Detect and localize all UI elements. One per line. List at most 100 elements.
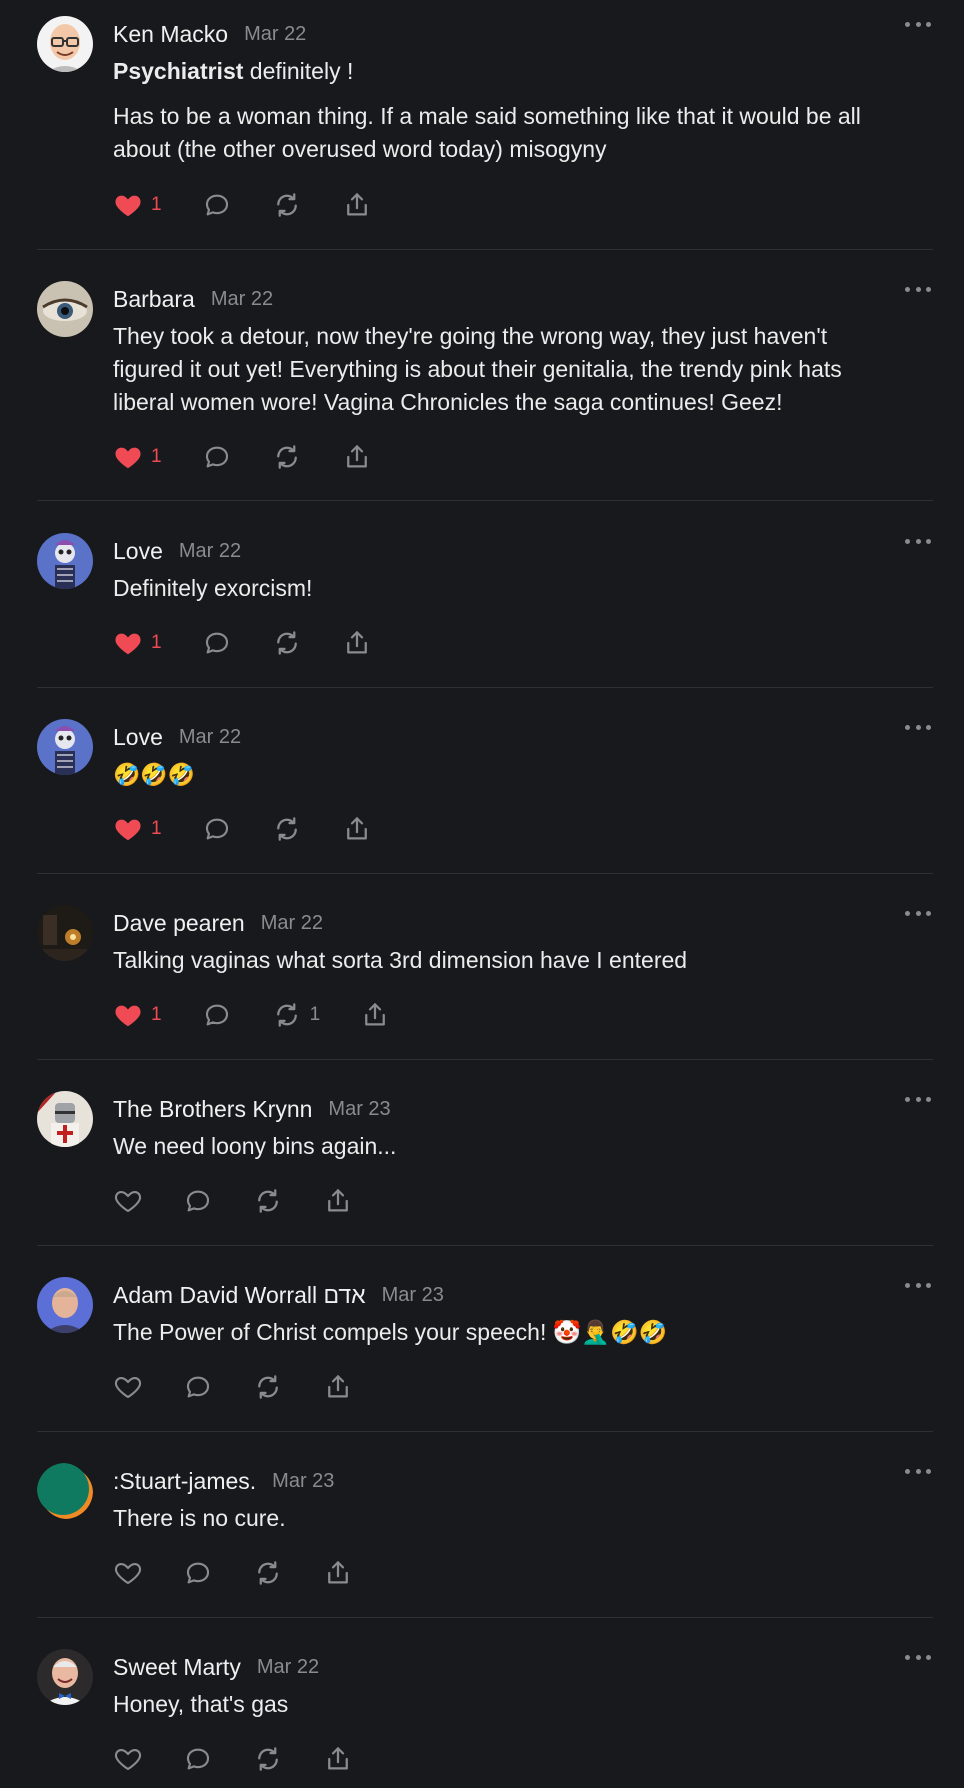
- reply-button[interactable]: [183, 1744, 213, 1774]
- share-button[interactable]: [323, 1372, 353, 1402]
- reply-button[interactable]: [202, 814, 232, 844]
- like-button[interactable]: 1: [113, 190, 162, 220]
- reply-text: Talking vaginas what sorta 3rd dimension…: [113, 947, 688, 973]
- avatar[interactable]: [37, 719, 93, 775]
- reply-button[interactable]: [183, 1558, 213, 1588]
- more-options-icon[interactable]: [905, 1094, 931, 1104]
- like-button[interactable]: 1: [113, 628, 162, 658]
- author-name[interactable]: :Stuart-james.: [113, 1468, 256, 1495]
- post-date: Mar 22: [178, 725, 242, 748]
- avatar[interactable]: [37, 905, 93, 961]
- more-options-icon[interactable]: [905, 1652, 931, 1662]
- share-icon: [328, 1747, 348, 1770]
- comment-icon: [205, 632, 228, 654]
- avatar[interactable]: [37, 533, 93, 589]
- reply-text: There is no cure.: [113, 1505, 286, 1531]
- reply-button[interactable]: [183, 1372, 213, 1402]
- author-name[interactable]: Sweet Marty: [113, 1654, 241, 1681]
- repost-button[interactable]: [253, 1744, 283, 1774]
- more-options-icon[interactable]: [905, 1280, 931, 1290]
- author-name[interactable]: Love: [113, 538, 163, 565]
- like-button[interactable]: 1: [113, 1000, 162, 1030]
- more-options-icon[interactable]: [905, 722, 931, 732]
- reply-text: They took a detour, now they're going th…: [113, 323, 842, 415]
- reply-text: Definitely exorcism!: [113, 575, 313, 601]
- author-name[interactable]: The Brothers Krynn: [113, 1096, 312, 1123]
- reply-text: Honey, that's gas: [113, 1691, 289, 1717]
- like-button[interactable]: [113, 1744, 143, 1774]
- more-options-icon[interactable]: [905, 536, 931, 546]
- repost-button[interactable]: [272, 628, 302, 658]
- avatar[interactable]: [37, 1091, 93, 1147]
- more-options-icon[interactable]: [905, 19, 931, 29]
- repost-button[interactable]: [272, 190, 302, 220]
- post-date: Mar 22: [244, 22, 307, 45]
- like-button[interactable]: [113, 1558, 143, 1588]
- dark-room-lamp-icon: [37, 905, 93, 961]
- share-button[interactable]: [342, 628, 372, 658]
- man-portrait-icon: [37, 1277, 93, 1333]
- avatar[interactable]: [37, 281, 93, 337]
- heart-filled-icon: [115, 195, 141, 217]
- reply-text: We need loony bins again...: [113, 1133, 397, 1159]
- share-icon: [328, 1375, 348, 1398]
- share-button[interactable]: [323, 1186, 353, 1216]
- repost-button[interactable]: [253, 1558, 283, 1588]
- reply-text: Has to be a woman thing. If a male said …: [113, 103, 861, 162]
- reply-feed: Ken Macko Mar 22 Psychiatrist definitely…: [0, 0, 964, 1788]
- like-button[interactable]: 1: [113, 442, 162, 472]
- heart-filled-icon: [115, 1005, 141, 1027]
- share-button[interactable]: [342, 814, 372, 844]
- avatar[interactable]: [37, 16, 93, 72]
- share-button[interactable]: [342, 442, 372, 472]
- share-icon: [328, 1189, 348, 1212]
- repost-button[interactable]: [272, 442, 302, 472]
- smiling-man-bowtie-icon: [37, 1649, 93, 1705]
- like-count: 1: [151, 446, 162, 467]
- more-options-icon[interactable]: [905, 908, 931, 918]
- avatar[interactable]: [37, 1463, 93, 1519]
- share-button[interactable]: [342, 190, 372, 220]
- share-button[interactable]: [360, 1000, 390, 1030]
- like-button[interactable]: [113, 1372, 143, 1402]
- reply-post: The Brothers Krynn Mar 23 We need loony …: [37, 1060, 933, 1246]
- more-options-icon[interactable]: [905, 284, 931, 294]
- more-options-icon[interactable]: [905, 1466, 931, 1476]
- reply-button[interactable]: [202, 190, 232, 220]
- author-name[interactable]: Dave pearen: [113, 910, 245, 937]
- repost-icon: [258, 1189, 278, 1213]
- reply-text: The Power of Christ compels your speech!…: [113, 1319, 668, 1345]
- share-button[interactable]: [323, 1744, 353, 1774]
- reply-button[interactable]: [183, 1186, 213, 1216]
- avatar[interactable]: [37, 1277, 93, 1333]
- comment-icon: [205, 194, 228, 216]
- reply-button[interactable]: [202, 1000, 232, 1030]
- heart-outline-icon: [114, 1748, 142, 1771]
- skeleton-figure-icon: [37, 533, 93, 589]
- repost-button[interactable]: [272, 814, 302, 844]
- reply-button[interactable]: [202, 442, 232, 472]
- avatar[interactable]: [37, 1649, 93, 1705]
- reply-post: Barbara Mar 22 They took a detour, now t…: [37, 250, 933, 501]
- comment-icon: [205, 818, 228, 840]
- like-count: 1: [151, 818, 162, 839]
- share-icon: [365, 1003, 386, 1026]
- reply-button[interactable]: [202, 628, 232, 658]
- repost-button[interactable]: [253, 1186, 283, 1216]
- author-name[interactable]: Ken Macko: [113, 21, 228, 48]
- like-button[interactable]: [113, 1186, 143, 1216]
- repost-icon: [276, 193, 297, 217]
- share-icon: [346, 817, 367, 840]
- like-button[interactable]: 1: [113, 814, 162, 844]
- reply-post: Sweet Marty Mar 22 Honey, that's gas: [37, 1618, 933, 1788]
- repost-button[interactable]: 1: [272, 1000, 320, 1030]
- reply-post: Ken Macko Mar 22 Psychiatrist definitely…: [37, 0, 933, 250]
- repost-button[interactable]: [253, 1372, 283, 1402]
- author-name[interactable]: Love: [113, 724, 163, 751]
- author-name[interactable]: Barbara: [113, 286, 195, 313]
- share-button[interactable]: [323, 1558, 353, 1588]
- repost-icon: [258, 1375, 278, 1399]
- repost-icon: [276, 1003, 297, 1027]
- author-name[interactable]: Adam David Worrall אדם: [113, 1282, 366, 1309]
- reply-text: Psychiatrist definitely !: [113, 58, 354, 84]
